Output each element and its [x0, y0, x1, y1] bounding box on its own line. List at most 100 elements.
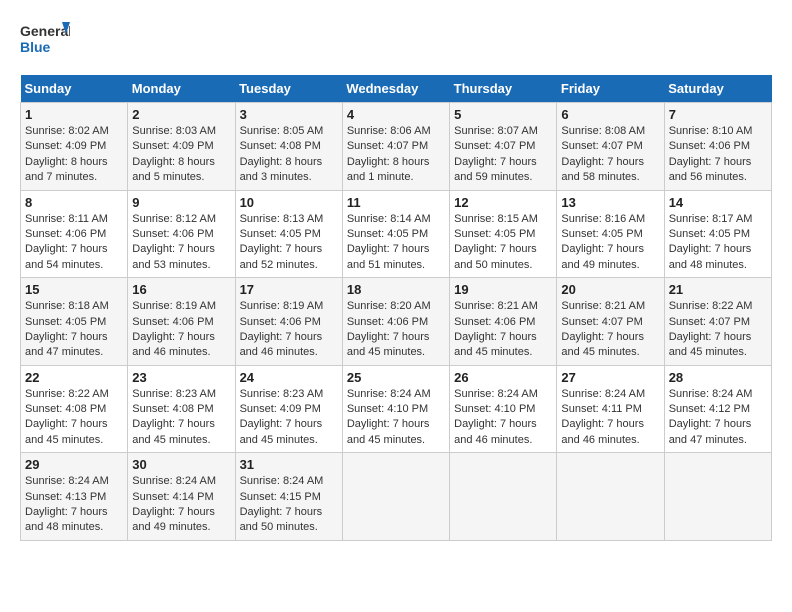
day-number: 31: [240, 457, 338, 472]
day-info: Sunrise: 8:12 AMSunset: 4:06 PMDaylight:…: [132, 212, 230, 274]
calendar-cell: 12 Sunrise: 8:15 AMSunset: 4:05 PMDayligh…: [450, 190, 557, 278]
day-number: 7: [669, 107, 767, 122]
day-number: 3: [240, 107, 338, 122]
calendar-cell: [450, 453, 557, 541]
day-info: Sunrise: 8:19 AMSunset: 4:06 PMDaylight:…: [132, 299, 230, 361]
calendar-cell: 20 Sunrise: 8:21 AMSunset: 4:07 PMDayligh…: [557, 278, 664, 366]
calendar-cell: 2 Sunrise: 8:03 AMSunset: 4:09 PMDaylight…: [128, 103, 235, 191]
day-info: Sunrise: 8:17 AMSunset: 4:05 PMDaylight:…: [669, 212, 767, 274]
weekday-header-saturday: Saturday: [664, 75, 771, 103]
calendar-cell: 15 Sunrise: 8:18 AMSunset: 4:05 PMDayligh…: [21, 278, 128, 366]
calendar-cell: 29Sunrise: 8:24 AMSunset: 4:13 PMDayligh…: [21, 453, 128, 541]
calendar-cell: 7Sunrise: 8:10 AMSunset: 4:06 PMDaylight…: [664, 103, 771, 191]
day-info: Sunrise: 8:13 AMSunset: 4:05 PMDaylight:…: [240, 212, 338, 274]
day-number: 26: [454, 370, 552, 385]
day-info: Sunrise: 8:24 AMSunset: 4:13 PMDaylight:…: [25, 474, 123, 536]
day-info: Sunrise: 8:20 AMSunset: 4:06 PMDaylight:…: [347, 299, 445, 361]
day-number: 18: [347, 282, 445, 297]
day-info: Sunrise: 8:22 AMSunset: 4:07 PMDaylight:…: [669, 299, 767, 361]
calendar-cell: 8 Sunrise: 8:11 AMSunset: 4:06 PMDaylight…: [21, 190, 128, 278]
day-number: 24: [240, 370, 338, 385]
day-info: Sunrise: 8:08 AMSunset: 4:07 PMDaylight:…: [561, 124, 659, 186]
calendar-cell: 1 Sunrise: 8:02 AMSunset: 4:09 PMDaylight…: [21, 103, 128, 191]
day-info: Sunrise: 8:24 AMSunset: 4:11 PMDaylight:…: [561, 387, 659, 449]
day-info: Sunrise: 8:14 AMSunset: 4:05 PMDaylight:…: [347, 212, 445, 274]
weekday-header-row: SundayMondayTuesdayWednesdayThursdayFrid…: [21, 75, 772, 103]
calendar-cell: 9 Sunrise: 8:12 AMSunset: 4:06 PMDaylight…: [128, 190, 235, 278]
day-info: Sunrise: 8:21 AMSunset: 4:07 PMDaylight:…: [561, 299, 659, 361]
day-number: 14: [669, 195, 767, 210]
svg-text:Blue: Blue: [20, 39, 51, 55]
day-info: Sunrise: 8:19 AMSunset: 4:06 PMDaylight:…: [240, 299, 338, 361]
day-number: 27: [561, 370, 659, 385]
calendar-cell: [664, 453, 771, 541]
day-info: Sunrise: 8:23 AMSunset: 4:09 PMDaylight:…: [240, 387, 338, 449]
calendar-week-row: 29Sunrise: 8:24 AMSunset: 4:13 PMDayligh…: [21, 453, 772, 541]
weekday-header-tuesday: Tuesday: [235, 75, 342, 103]
day-info: Sunrise: 8:24 AMSunset: 4:14 PMDaylight:…: [132, 474, 230, 536]
calendar-cell: [342, 453, 449, 541]
calendar-cell: 30 Sunrise: 8:24 AMSunset: 4:14 PMDayligh…: [128, 453, 235, 541]
day-number: 2: [132, 107, 230, 122]
day-info: Sunrise: 8:02 AMSunset: 4:09 PMDaylight:…: [25, 124, 123, 186]
calendar-cell: 11Sunrise: 8:14 AMSunset: 4:05 PMDayligh…: [342, 190, 449, 278]
day-number: 9: [132, 195, 230, 210]
day-info: Sunrise: 8:21 AMSunset: 4:06 PMDaylight:…: [454, 299, 552, 361]
day-number: 21: [669, 282, 767, 297]
day-number: 8: [25, 195, 123, 210]
day-number: 15: [25, 282, 123, 297]
calendar-cell: 10 Sunrise: 8:13 AMSunset: 4:05 PMDayligh…: [235, 190, 342, 278]
day-number: 13: [561, 195, 659, 210]
calendar-cell: 17 Sunrise: 8:19 AMSunset: 4:06 PMDayligh…: [235, 278, 342, 366]
day-info: Sunrise: 8:23 AMSunset: 4:08 PMDaylight:…: [132, 387, 230, 449]
weekday-header-friday: Friday: [557, 75, 664, 103]
calendar-cell: 28Sunrise: 8:24 AMSunset: 4:12 PMDayligh…: [664, 365, 771, 453]
calendar-cell: 21 Sunrise: 8:22 AMSunset: 4:07 PMDayligh…: [664, 278, 771, 366]
day-number: 12: [454, 195, 552, 210]
svg-text:General: General: [20, 23, 70, 39]
day-number: 5: [454, 107, 552, 122]
calendar-table: SundayMondayTuesdayWednesdayThursdayFrid…: [20, 75, 772, 541]
calendar-cell: 5 Sunrise: 8:07 AMSunset: 4:07 PMDaylight…: [450, 103, 557, 191]
day-info: Sunrise: 8:03 AMSunset: 4:09 PMDaylight:…: [132, 124, 230, 186]
day-info: Sunrise: 8:06 AMSunset: 4:07 PMDaylight:…: [347, 124, 445, 186]
calendar-cell: 25Sunrise: 8:24 AMSunset: 4:10 PMDayligh…: [342, 365, 449, 453]
day-number: 6: [561, 107, 659, 122]
calendar-week-row: 22 Sunrise: 8:22 AMSunset: 4:08 PMDayligh…: [21, 365, 772, 453]
calendar-cell: 23Sunrise: 8:23 AMSunset: 4:08 PMDayligh…: [128, 365, 235, 453]
calendar-cell: 4 Sunrise: 8:06 AMSunset: 4:07 PMDaylight…: [342, 103, 449, 191]
day-number: 25: [347, 370, 445, 385]
calendar-cell: [557, 453, 664, 541]
calendar-cell: 26Sunrise: 8:24 AMSunset: 4:10 PMDayligh…: [450, 365, 557, 453]
day-number: 28: [669, 370, 767, 385]
day-info: Sunrise: 8:15 AMSunset: 4:05 PMDaylight:…: [454, 212, 552, 274]
day-info: Sunrise: 8:16 AMSunset: 4:05 PMDaylight:…: [561, 212, 659, 274]
calendar-week-row: 8 Sunrise: 8:11 AMSunset: 4:06 PMDaylight…: [21, 190, 772, 278]
day-info: Sunrise: 8:11 AMSunset: 4:06 PMDaylight:…: [25, 212, 123, 274]
weekday-header-sunday: Sunday: [21, 75, 128, 103]
day-number: 22: [25, 370, 123, 385]
weekday-header-thursday: Thursday: [450, 75, 557, 103]
day-number: 17: [240, 282, 338, 297]
calendar-cell: 24 Sunrise: 8:23 AMSunset: 4:09 PMDayligh…: [235, 365, 342, 453]
day-info: Sunrise: 8:18 AMSunset: 4:05 PMDaylight:…: [25, 299, 123, 361]
calendar-cell: 31 Sunrise: 8:24 AMSunset: 4:15 PMDayligh…: [235, 453, 342, 541]
logo-svg: General Blue: [20, 20, 70, 65]
day-info: Sunrise: 8:22 AMSunset: 4:08 PMDaylight:…: [25, 387, 123, 449]
day-number: 1: [25, 107, 123, 122]
day-number: 10: [240, 195, 338, 210]
day-number: 20: [561, 282, 659, 297]
calendar-cell: 14 Sunrise: 8:17 AMSunset: 4:05 PMDayligh…: [664, 190, 771, 278]
day-info: Sunrise: 8:07 AMSunset: 4:07 PMDaylight:…: [454, 124, 552, 186]
logo: General Blue: [20, 20, 70, 65]
calendar-cell: 27 Sunrise: 8:24 AMSunset: 4:11 PMDayligh…: [557, 365, 664, 453]
weekday-header-wednesday: Wednesday: [342, 75, 449, 103]
day-number: 30: [132, 457, 230, 472]
calendar-cell: 6 Sunrise: 8:08 AMSunset: 4:07 PMDaylight…: [557, 103, 664, 191]
day-info: Sunrise: 8:24 AMSunset: 4:15 PMDaylight:…: [240, 474, 338, 536]
calendar-cell: 16Sunrise: 8:19 AMSunset: 4:06 PMDayligh…: [128, 278, 235, 366]
day-info: Sunrise: 8:05 AMSunset: 4:08 PMDaylight:…: [240, 124, 338, 186]
calendar-week-row: 15 Sunrise: 8:18 AMSunset: 4:05 PMDayligh…: [21, 278, 772, 366]
calendar-week-row: 1 Sunrise: 8:02 AMSunset: 4:09 PMDaylight…: [21, 103, 772, 191]
day-number: 4: [347, 107, 445, 122]
